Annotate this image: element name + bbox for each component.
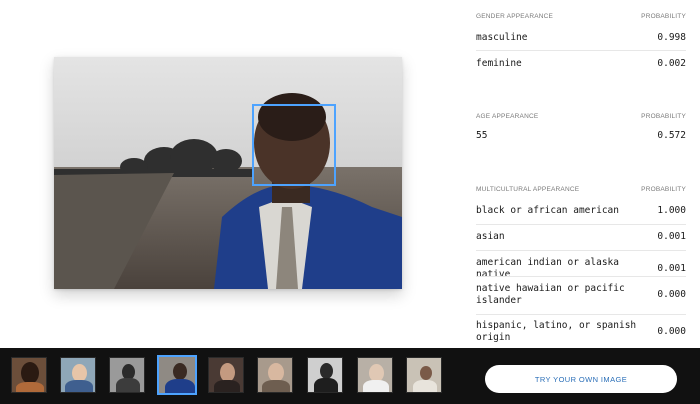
- thumbnail-1[interactable]: [11, 357, 47, 393]
- multicultural-label: american indian or alaska native: [476, 257, 619, 280]
- gender-section-header: GENDER APPEARANCE PROBABILITY: [476, 10, 686, 22]
- multicultural-row: hispanic, latino, or spanish origin 0.00…: [476, 320, 686, 344]
- multicultural-value: 0.001: [657, 231, 686, 242]
- multicultural-row: black or african american 1.000: [476, 205, 686, 217]
- multicultural-label: native hawaiian or pacific islander: [476, 283, 625, 306]
- main-photo: [54, 57, 402, 289]
- multicultural-label: black or african american: [476, 205, 619, 216]
- multicultural-row: american indian or alaska native 0.001: [476, 257, 686, 281]
- thumbnail-7[interactable]: [307, 357, 343, 393]
- multicultural-label: hispanic, latino, or spanish origin: [476, 320, 637, 343]
- row-divider: [476, 276, 686, 277]
- gender-header-label: GENDER APPEARANCE: [476, 12, 554, 20]
- gender-value: 0.998: [657, 32, 686, 43]
- photo-illustration: [54, 57, 402, 289]
- gender-label: feminine: [476, 58, 522, 69]
- multicultural-header-label: MULTICULTURAL APPEARANCE: [476, 185, 580, 193]
- age-value: 0.572: [657, 130, 686, 141]
- gender-row: feminine 0.002: [476, 58, 686, 70]
- multicultural-value: 0.001: [657, 263, 686, 274]
- multicultural-value: 0.000: [657, 289, 686, 300]
- row-divider: [476, 50, 686, 51]
- thumbnail-6[interactable]: [257, 357, 293, 393]
- try-your-own-image-button[interactable]: TRY YOUR OWN IMAGE: [485, 365, 677, 393]
- multicultural-value: 0.000: [657, 326, 686, 337]
- results-panel: GENDER APPEARANCE PROBABILITY masculine …: [464, 0, 700, 348]
- thumbnail-5[interactable]: [208, 357, 244, 393]
- age-section-header: AGE APPEARANCE PROBABILITY: [476, 110, 686, 122]
- row-divider: [476, 314, 686, 315]
- multicultural-row: asian 0.001: [476, 231, 686, 243]
- multicultural-section-header: MULTICULTURAL APPEARANCE PROBABILITY: [476, 183, 686, 195]
- multicultural-value: 1.000: [657, 205, 686, 216]
- gender-label: masculine: [476, 32, 528, 43]
- thumbnail-3[interactable]: [109, 357, 145, 393]
- age-header-label: AGE APPEARANCE: [476, 112, 539, 120]
- thumbnail-8[interactable]: [357, 357, 393, 393]
- gender-row: masculine 0.998: [476, 32, 686, 44]
- thumbnail-9[interactable]: [406, 357, 442, 393]
- age-row: 55 0.572: [476, 130, 686, 142]
- gender-probability-header: PROBABILITY: [641, 12, 686, 20]
- gender-value: 0.002: [657, 58, 686, 69]
- row-divider: [476, 250, 686, 251]
- thumbnail-4-selected[interactable]: [157, 355, 197, 395]
- row-divider: [476, 224, 686, 225]
- face-detection-box: [252, 104, 336, 186]
- age-probability-header: PROBABILITY: [641, 112, 686, 120]
- thumbnail-2[interactable]: [60, 357, 96, 393]
- age-label: 55: [476, 130, 488, 141]
- multicultural-row: native hawaiian or pacific islander 0.00…: [476, 283, 686, 307]
- multicultural-probability-header: PROBABILITY: [641, 185, 686, 193]
- multicultural-label: asian: [476, 231, 505, 242]
